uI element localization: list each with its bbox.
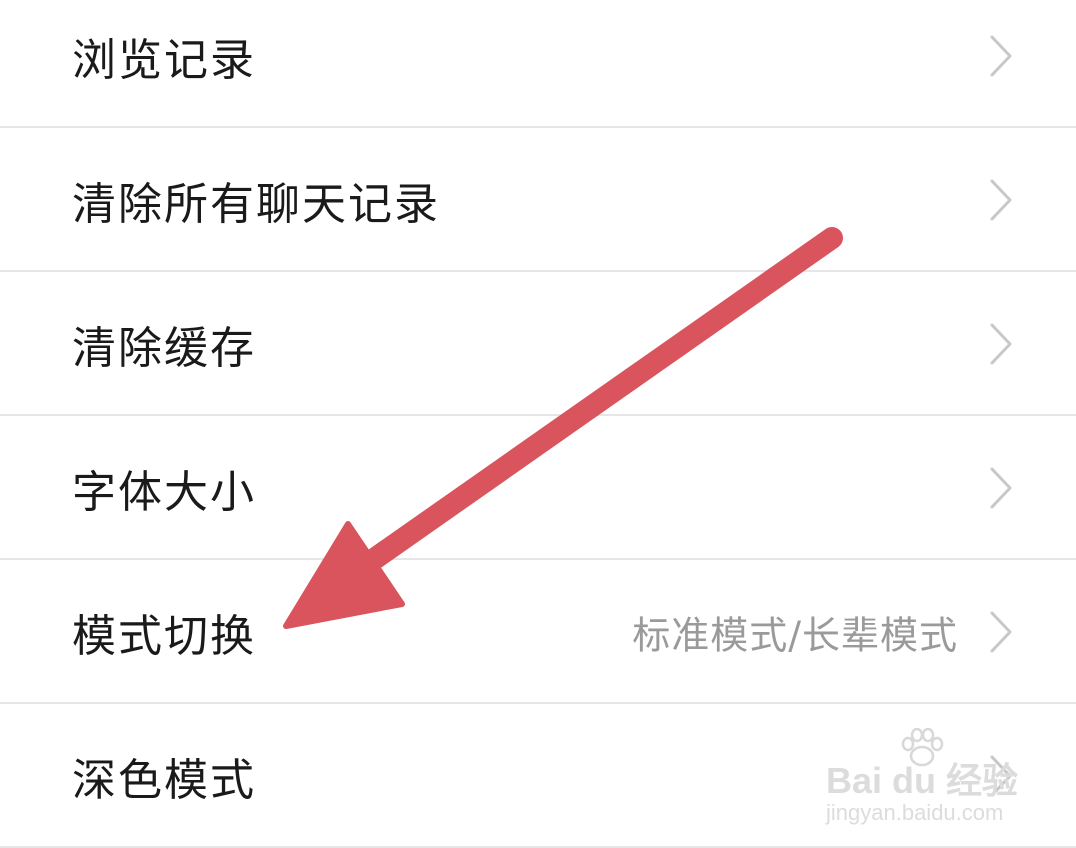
settings-item-mode-switch[interactable]: 模式切换 标准模式/长辈模式	[0, 560, 1076, 704]
chevron-right-icon	[990, 611, 1012, 653]
settings-item-label: 深色模式	[72, 755, 256, 806]
chevron-right-icon	[990, 467, 1012, 509]
watermark-url: jingyan.baidu.com	[826, 800, 1004, 825]
watermark-logo: Bai du 经验	[826, 760, 1019, 801]
chevron-right-icon	[990, 35, 1012, 77]
chevron-right-icon	[990, 323, 1012, 365]
settings-item-browse-history[interactable]: 浏览记录	[0, 0, 1076, 128]
settings-item-label: 清除缓存	[72, 323, 256, 374]
settings-item-label: 字体大小	[72, 467, 256, 518]
settings-item-font-size[interactable]: 字体大小	[0, 416, 1076, 560]
chevron-right-icon	[990, 179, 1012, 221]
settings-item-clear-cache[interactable]: 清除缓存	[0, 272, 1076, 416]
settings-item-value: 标准模式/长辈模式	[632, 613, 958, 658]
settings-item-label: 清除所有聊天记录	[72, 179, 440, 230]
settings-item-clear-chat-history[interactable]: 清除所有聊天记录	[0, 128, 1076, 272]
watermark: Bai du 经验 jingyan.baidu.com	[826, 728, 1026, 828]
settings-list: 浏览记录 清除所有聊天记录 清除缓存 字体大小 模式切换 标准模式/长辈模式 深…	[0, 0, 1076, 848]
settings-item-label: 模式切换	[72, 611, 256, 662]
settings-item-label: 浏览记录	[72, 35, 256, 86]
